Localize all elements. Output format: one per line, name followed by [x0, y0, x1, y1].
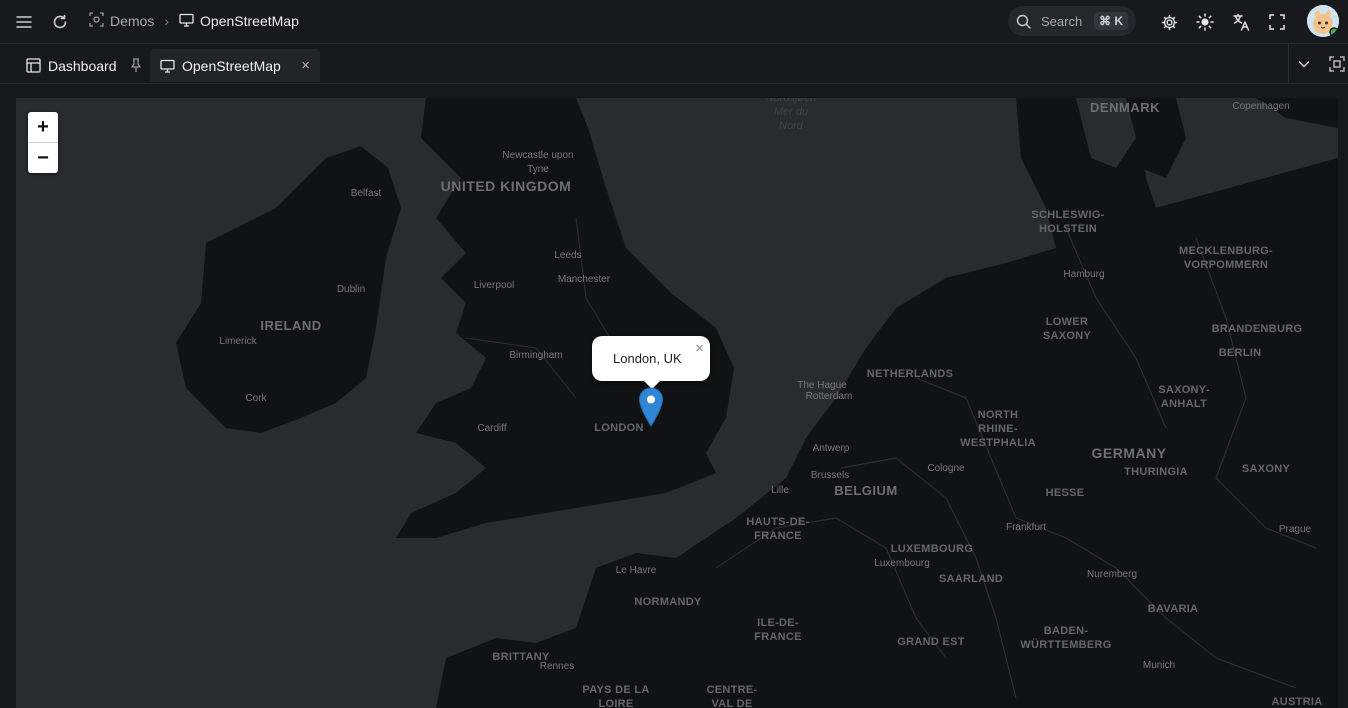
map-label: SAARLAND [938, 573, 1004, 585]
search-shortcut: ⌘ K [1094, 12, 1128, 30]
settings-icon[interactable] [1158, 11, 1180, 33]
map-label: NETHERLANDS [866, 368, 954, 380]
map-label: Cardiff [477, 423, 507, 434]
map-label: Le Havre [615, 565, 657, 576]
map-label: Prague [1278, 524, 1312, 535]
map-label: GRAND EST [897, 636, 965, 648]
top-header: Demos › OpenStreetMap Search ⌘ K [0, 0, 1348, 44]
zoom-control: + − [28, 112, 58, 173]
map-label: Birmingham [509, 350, 563, 361]
monitor-icon [160, 59, 175, 73]
divider [1288, 44, 1289, 83]
map-label: NORTH RHINE- WESTPHALIA [960, 409, 1036, 449]
zoom-in-button[interactable]: + [28, 112, 58, 143]
tab-dashboard-label: Dashboard [48, 57, 117, 74]
avatar[interactable] [1307, 5, 1339, 37]
map-label: Leeds [554, 250, 582, 261]
fullscreen-icon[interactable] [1266, 11, 1288, 33]
map-label: Copenhagen [1232, 101, 1290, 112]
map-label: Antwerp [812, 443, 850, 454]
breadcrumb: Demos › OpenStreetMap [89, 12, 299, 30]
map-label: IRELAND [260, 318, 322, 333]
breadcrumb-demos[interactable]: Demos [110, 12, 154, 30]
tab-openstreetmap[interactable]: OpenStreetMap × [150, 49, 320, 82]
tab-openstreetmap-label: OpenStreetMap [182, 57, 281, 74]
map-label: HESSE [1045, 487, 1085, 499]
chevron-down-icon[interactable] [1293, 53, 1315, 75]
map-label: Liverpool [473, 280, 515, 291]
map-marker-icon[interactable] [638, 387, 664, 432]
popup-close-button[interactable]: × [695, 340, 704, 357]
map-base [176, 98, 1338, 708]
map-label: HAUTS-DE- FRANCE [746, 516, 810, 542]
map-label: Nordsjøen Mer du Nord [765, 98, 817, 132]
map-label: SCHLESWIG- HOLSTEIN [1031, 209, 1105, 235]
map-label: GERMANY [1091, 445, 1167, 461]
map-label: UNITED KINGDOM [440, 178, 572, 194]
map-label: BERLIN [1218, 347, 1262, 359]
map-label: DENMARK [1090, 100, 1160, 115]
dashboard-icon [26, 58, 41, 73]
pin-icon[interactable] [130, 58, 142, 73]
breadcrumb-openstreetmap: OpenStreetMap [200, 13, 299, 29]
zoom-out-button[interactable]: − [28, 143, 58, 173]
map-label: Dublin [336, 284, 366, 295]
map-label: Munich [1142, 660, 1176, 671]
tab-bar: Dashboard OpenStreetMap × [0, 44, 1348, 84]
map-label: Newcastle upon Tyne [502, 150, 574, 175]
map-label: LUXEMBOURG [890, 543, 974, 555]
map-label: Brussels [810, 470, 850, 481]
sun-icon[interactable] [1194, 11, 1216, 33]
map-label: BELGIUM [834, 483, 898, 498]
search-placeholder: Search [1041, 13, 1083, 29]
map-label: Cologne [927, 463, 965, 474]
monitor-icon [179, 13, 194, 30]
map-label: PAYS DE LA LOIRE [582, 684, 650, 708]
map-label: AUSTRIA [1271, 696, 1323, 708]
menu-icon[interactable] [13, 11, 35, 33]
map-label: Rotterdam [805, 391, 853, 402]
map-label: Rennes [539, 661, 575, 672]
map-label: LOWER SAXONY [1042, 316, 1092, 342]
search-icon [1016, 14, 1031, 29]
map-label: Manchester [557, 274, 611, 285]
screenshot-icon[interactable] [1326, 53, 1348, 75]
map-label: MECKLENBURG- VORPOMMERN [1178, 245, 1274, 271]
map-label: ILE-DE- FRANCE [754, 617, 802, 643]
map-label: Limerick [219, 336, 257, 347]
map-label: SAXONY [1241, 463, 1291, 475]
map-label: BADEN- WÜRTTEMBERG [1020, 625, 1112, 651]
map-label: Hamburg [1063, 269, 1105, 280]
translate-icon[interactable] [1230, 11, 1252, 33]
popup-text: London, UK [613, 351, 682, 366]
map-label: BAVARIA [1147, 603, 1199, 615]
map-label: Lille [771, 485, 789, 496]
map-label: SAXONY- ANHALT [1158, 384, 1210, 410]
close-icon[interactable]: × [301, 57, 310, 74]
refresh-icon[interactable] [49, 11, 71, 33]
search-box[interactable]: Search ⌘ K [1008, 6, 1136, 36]
map-label: Frankfurt [1005, 522, 1047, 533]
map-label: Nuremberg [1086, 569, 1138, 580]
map-label: THURINGIA [1124, 466, 1188, 478]
map-view[interactable]: Nordsjøen Mer du Nord DENMARK Copenhagen… [16, 98, 1338, 708]
tab-dashboard[interactable]: Dashboard [16, 49, 152, 82]
map-label: Cork [245, 393, 267, 404]
map-label: NORMANDY [634, 596, 702, 608]
breadcrumb-separator-icon: › [164, 13, 170, 29]
marker-popup: London, UK × [592, 336, 710, 389]
map-label: BRANDENBURG [1211, 323, 1303, 335]
map-label: LONDON [594, 422, 644, 434]
demos-icon [89, 12, 104, 30]
map-label: CENTRE- VAL DE [706, 684, 758, 708]
map-label: Luxembourg [874, 558, 930, 569]
map-label: Belfast [350, 188, 382, 199]
